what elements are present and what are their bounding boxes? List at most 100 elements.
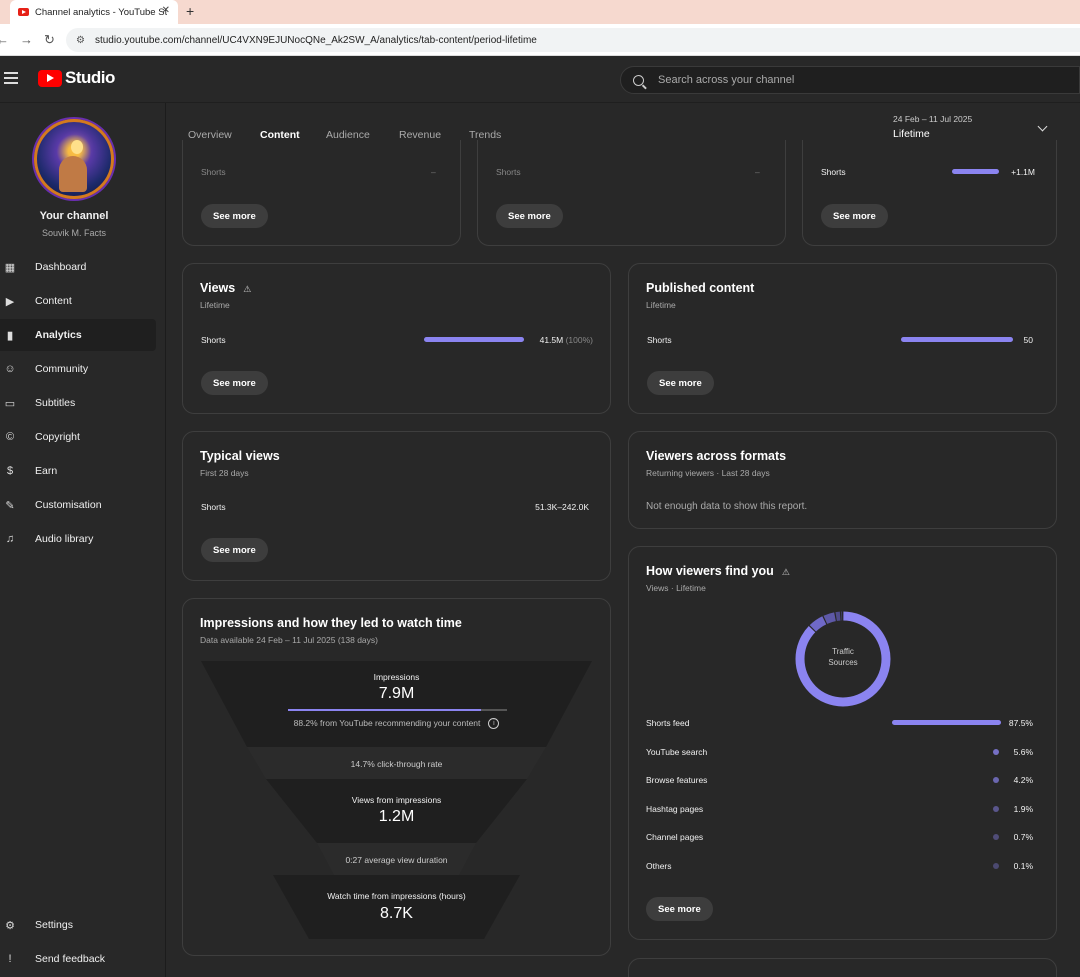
traffic-source-label: Hashtag pages — [646, 803, 704, 814]
analytics-icon: ▮ — [6, 329, 14, 342]
traffic-source-bar — [993, 748, 999, 755]
watch-time-value: 8.7K — [380, 905, 413, 922]
see-more-button[interactable]: See more — [496, 204, 563, 228]
row-value: 50 — [1023, 335, 1033, 345]
date-period-label[interactable]: Lifetime — [893, 128, 930, 140]
row-value: – — [755, 167, 760, 177]
close-tab-icon[interactable]: ✕ — [162, 5, 170, 16]
url-field[interactable]: ⚙ studio.youtube.com/channel/UC4VXN9EJUN… — [66, 28, 1080, 52]
browser-tab-strip: Channel analytics - YouTube Studio ✕ + — [0, 0, 1080, 24]
sidebar-item-settings[interactable]: ⚙ Settings — [0, 909, 156, 941]
traffic-source-value: 0.1% — [1013, 860, 1033, 871]
copyright-icon: © — [5, 431, 15, 443]
forward-arrow-icon[interactable]: → — [20, 32, 33, 47]
row-value: – — [431, 167, 436, 177]
sidebar-item-subtitles[interactable]: ▭ Subtitles — [0, 387, 156, 419]
traffic-source-value: 1.9% — [1013, 803, 1033, 814]
recommend-progress — [288, 709, 481, 711]
card-subtitle: Data available 24 Feb – 11 Jul 2025 (138… — [200, 635, 378, 645]
traffic-source-label: Browse features — [646, 775, 708, 785]
warning-icon[interactable]: ⚠ — [782, 567, 790, 578]
sidebar-item-send-feedback[interactable]: ! Send feedback — [0, 943, 156, 975]
traffic-source-value: 4.2% — [1013, 775, 1033, 785]
sidebar-item-label: Send feedback — [35, 953, 106, 965]
card-title: Views ⚠ — [200, 281, 252, 295]
no-data-message: Not enough data to show this report. — [646, 501, 808, 512]
see-more-button[interactable]: See more — [201, 371, 268, 395]
sidebar-item-customisation[interactable]: ✎ Customisation — [0, 489, 156, 521]
views-from-impressions-value: 1.2M — [378, 808, 415, 825]
reload-icon[interactable]: ↻ — [44, 32, 55, 48]
traffic-sources-card: How viewers find you ⚠ Views · Lifetime T… — [628, 546, 1057, 940]
row-label: Shorts — [201, 335, 226, 345]
views-from-impressions-label: Views from impressions — [351, 795, 442, 805]
info-icon[interactable]: i — [488, 718, 500, 730]
browser-tab[interactable]: Channel analytics - YouTube Studio ✕ — [10, 0, 178, 24]
studio-logo[interactable]: Studio — [38, 68, 115, 88]
viewers-across-formats-card: Viewers across formats Returning viewers… — [628, 431, 1057, 529]
card-title: Published content — [646, 281, 755, 295]
studio-header: Studio Search across your channel — [0, 57, 1080, 103]
watch-time-label: Watch time from impressions (hours) — [327, 891, 466, 901]
channel-title: Your channel — [39, 210, 109, 222]
sidebar-item-community[interactable]: ☺ Community — [0, 353, 156, 385]
sidebar-item-label: Analytics — [35, 329, 82, 341]
ctr-text: 14.7% click-through rate — [350, 759, 443, 769]
traffic-source-label: Others — [646, 860, 672, 871]
earn-icon: $ — [6, 465, 14, 477]
row-bar — [901, 337, 1013, 342]
sidebar-item-dashboard[interactable]: ▦ Dashboard — [0, 251, 156, 283]
sidebar-item-label: Customisation — [35, 499, 102, 511]
hamburger-menu-icon[interactable] — [4, 72, 18, 87]
subtitles-icon: ▭ — [4, 397, 16, 410]
channel-avatar[interactable] — [34, 119, 114, 199]
card-subtitle: Lifetime — [200, 300, 230, 310]
row-label: Shorts — [496, 167, 521, 177]
top-card-1: Shorts – See more — [182, 140, 461, 246]
row-value: 41.5M (100%) — [539, 335, 593, 345]
see-more-button[interactable]: See more — [201, 204, 268, 228]
sidebar-item-analytics[interactable]: ▮ Analytics — [0, 319, 156, 351]
sidebar-item-copyright[interactable]: © Copyright — [0, 421, 156, 453]
avg-view-duration-text: 0:27 average view duration — [345, 855, 448, 865]
date-range[interactable]: 24 Feb – 11 Jul 2025 — [893, 114, 972, 124]
views-card: Views ⚠ Lifetime Shorts 41.5M (100%) See … — [182, 263, 611, 414]
see-more-button[interactable]: See more — [646, 897, 713, 921]
search-input[interactable]: Search across your channel — [620, 66, 1080, 94]
sidebar-item-label: Copyright — [35, 431, 80, 443]
row-label: Shorts — [647, 335, 672, 345]
published-content-card: Published content Lifetime Shorts 50 See… — [628, 263, 1057, 414]
community-icon: ☺ — [4, 363, 16, 375]
donut-label-line-2: Sources — [828, 658, 858, 667]
chevron-down-icon[interactable] — [1037, 121, 1048, 132]
traffic-source-bar — [993, 777, 999, 783]
sidebar-item-label: Dashboard — [35, 261, 87, 273]
card-subtitle: Views · Lifetime — [646, 583, 706, 593]
search-icon — [633, 74, 644, 86]
url-text: studio.youtube.com/channel/UC4VXN9EJUNoc… — [94, 34, 537, 46]
see-more-button[interactable]: See more — [201, 538, 268, 562]
row-label: Shorts — [201, 167, 226, 177]
sidebar-item-audio-library[interactable]: ♫ Audio library — [0, 523, 156, 555]
row-value: +1.1M — [1011, 167, 1035, 177]
traffic-source-value: 0.7% — [1013, 832, 1033, 842]
typical-views-card: Typical views First 28 days Shorts 51.3K… — [182, 431, 611, 581]
impressions-funnel-card: Impressions and how they led to watch ti… — [182, 598, 611, 956]
address-bar-row: ← → ↻ ⚙ studio.youtube.com/channel/UC4VX… — [0, 24, 1080, 56]
sidebar-item-earn[interactable]: $ Earn — [0, 455, 156, 487]
warning-icon[interactable]: ⚠ — [243, 284, 251, 295]
new-tab-button[interactable]: + — [186, 3, 194, 19]
sidebar-item-label: Earn — [35, 465, 58, 477]
back-arrow-icon[interactable]: ← — [0, 32, 9, 47]
sidebar-item-content[interactable]: ▶ Content — [0, 285, 156, 317]
traffic-source-bar — [993, 862, 999, 869]
gear-icon: ⚙ — [5, 919, 15, 932]
impressions-funnel: Impressions 7.9M 88.2% from YouTube reco… — [201, 661, 592, 939]
sidebar-item-label: Settings — [35, 919, 73, 931]
donut-label-line-1: Traffic — [832, 647, 854, 656]
traffic-source-value: 87.5% — [1008, 718, 1033, 728]
site-settings-icon[interactable]: ⚙ — [76, 35, 85, 46]
see-more-button[interactable]: See more — [821, 204, 888, 228]
recommend-text: 88.2% from YouTube recommending your con… — [201, 718, 592, 730]
see-more-button[interactable]: See more — [647, 371, 714, 395]
